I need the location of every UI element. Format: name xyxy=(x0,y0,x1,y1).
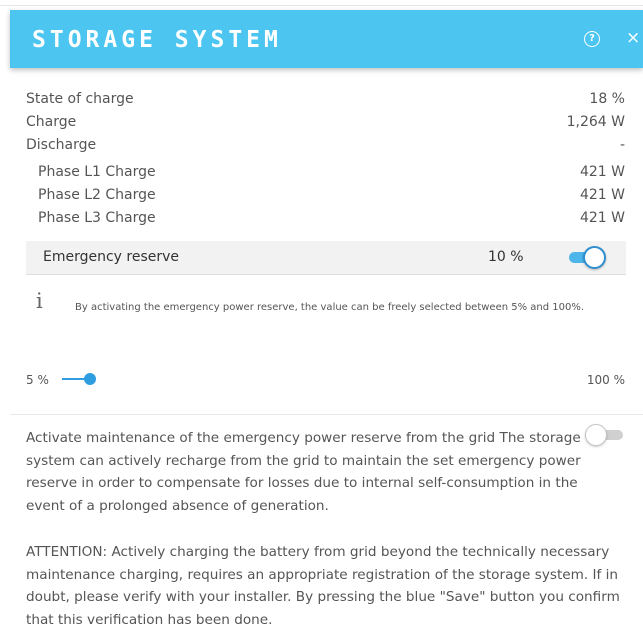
phase-l1-label: Phase L1 Charge xyxy=(38,164,156,180)
charge-value: 1,264 W xyxy=(566,114,625,130)
toggle-knob xyxy=(583,246,606,269)
phase-l2-value: 421 W xyxy=(579,187,625,203)
state-of-charge-label: State of charge xyxy=(26,91,134,107)
dialog-title: STORAGE SYSTEM xyxy=(32,27,282,53)
discharge-label: Discharge xyxy=(26,137,97,153)
phase-l3-label: Phase L3 Charge xyxy=(38,210,156,226)
emergency-reserve-bar: Emergency reserve 10 % xyxy=(26,241,626,275)
emergency-reserve-info: By activating the emergency power reserv… xyxy=(75,302,585,313)
charge-label: Charge xyxy=(26,114,77,130)
phase-l3-value: 421 W xyxy=(579,210,625,226)
slider-max-label: 100 % xyxy=(586,373,625,387)
maintenance-description: Activate maintenance of the emergency po… xyxy=(26,430,581,514)
phase-l2-label: Phase L2 Charge xyxy=(38,187,156,203)
phase-l1-value: 421 W xyxy=(579,164,625,180)
phase-l1-row: Phase L1 Charge 421 W xyxy=(38,164,625,182)
close-icon[interactable]: × xyxy=(626,28,640,48)
state-of-charge-value: 18 % xyxy=(589,91,625,107)
attention-notice: ATTENTION: Actively charging the battery… xyxy=(26,544,620,628)
phase-l2-row: Phase L2 Charge 421 W xyxy=(38,187,625,205)
question-circle-icon[interactable]: ? xyxy=(584,31,600,47)
reserve-slider-thumb[interactable] xyxy=(84,373,96,385)
section-divider xyxy=(10,414,643,415)
emergency-reserve-label: Emergency reserve xyxy=(43,249,180,265)
emergency-reserve-toggle[interactable] xyxy=(569,246,607,269)
dialog-header: STORAGE SYSTEM ? × xyxy=(10,10,643,68)
phase-l3-row: Phase L3 Charge 421 W xyxy=(38,210,625,228)
slider-min-label: 5 % xyxy=(26,373,49,387)
top-edge xyxy=(0,0,643,6)
maintenance-toggle[interactable] xyxy=(585,424,625,446)
charge-row: Charge 1,264 W xyxy=(26,114,625,132)
state-of-charge-row: State of charge 18 % xyxy=(26,91,625,109)
info-icon: i xyxy=(36,289,43,313)
discharge-row: Discharge - xyxy=(26,137,625,155)
emergency-reserve-value: 10 % xyxy=(488,249,524,265)
discharge-value: - xyxy=(619,137,625,153)
toggle-knob xyxy=(585,424,607,446)
